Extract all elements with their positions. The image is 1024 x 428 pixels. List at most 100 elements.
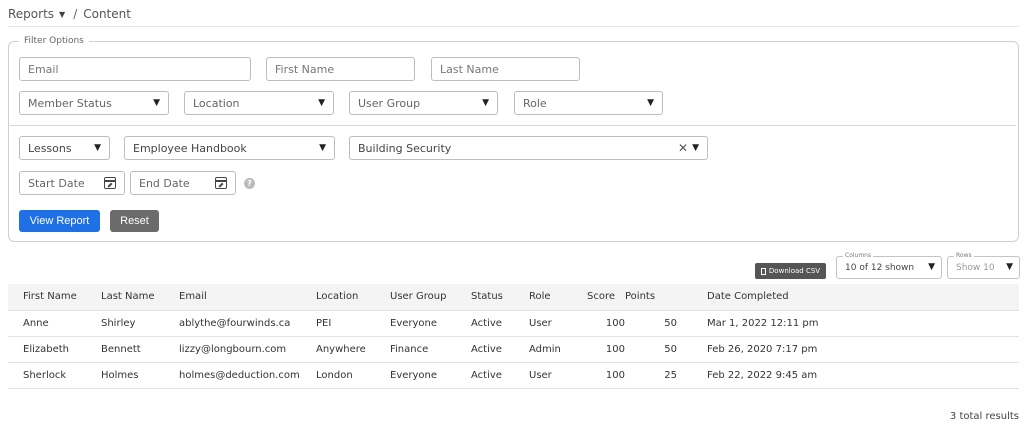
cell-role: Admin [529, 336, 587, 363]
cell-points: 50 [625, 310, 677, 337]
course-value: Employee Handbook [133, 141, 247, 155]
cell-user-group: Everyone [390, 362, 471, 389]
location-value: Location [193, 96, 240, 110]
last-name-placeholder: Last Name [440, 62, 499, 76]
table-row[interactable]: Anne Shirley ablythe@fourwinds.ca PEI Ev… [8, 310, 1019, 337]
content-type-select[interactable]: Lessons ▼ [19, 136, 110, 160]
user-group-value: User Group [358, 96, 421, 110]
caret-down-icon: ▼ [1006, 262, 1013, 272]
cell-score: 100 [587, 362, 625, 389]
rows-value: Show 10 [956, 263, 995, 273]
column-header[interactable]: First Name [8, 284, 101, 311]
help-icon[interactable]: ? [244, 178, 255, 189]
cell-last-name: Bennett [101, 336, 179, 363]
cell-location: PEI [316, 310, 390, 337]
download-csv-label: Download CSV [768, 267, 821, 275]
column-header[interactable]: Location [316, 284, 390, 311]
cell-user-group: Everyone [390, 310, 471, 337]
breadcrumb-root[interactable]: Reports [8, 7, 54, 21]
end-date-placeholder: End Date [139, 176, 190, 190]
column-header[interactable]: User Group [390, 284, 471, 311]
rows-select[interactable]: Rows Show 10 ▼ [947, 252, 1020, 279]
cell-role: User [529, 362, 587, 389]
cell-email: ablythe@fourwinds.ca [179, 310, 316, 337]
calendar-icon[interactable] [215, 177, 227, 189]
table-row[interactable]: Elizabeth Bennett lizzy@longbourn.com An… [8, 336, 1019, 363]
rows-label: Rows [954, 252, 974, 259]
cell-status: Active [471, 336, 529, 363]
view-report-button[interactable]: View Report [19, 210, 100, 232]
cell-status: Active [471, 362, 529, 389]
caret-down-icon: ▼ [647, 98, 654, 108]
reset-button[interactable]: Reset [110, 210, 159, 232]
cell-last-name: Shirley [101, 310, 179, 337]
total-results: 3 total results [949, 411, 1019, 422]
breadcrumb-current: Content [83, 7, 131, 21]
columns-label: Columns [843, 252, 874, 259]
cell-first-name: Sherlock [8, 362, 101, 389]
caret-down-icon: ▼ [318, 98, 325, 108]
cell-score: 100 [587, 336, 625, 363]
start-date-input[interactable]: Start Date [19, 171, 125, 195]
column-header[interactable]: Status [471, 284, 529, 311]
first-name-input[interactable]: First Name [266, 57, 415, 81]
caret-down-icon: ▼ [692, 143, 699, 153]
user-group-select[interactable]: User Group ▼ [349, 91, 498, 115]
cell-date-completed: Feb 26, 2020 7:17 pm [677, 336, 1019, 363]
email-input[interactable]: Email [19, 57, 251, 81]
column-header[interactable]: Score [587, 284, 625, 311]
caret-down-icon[interactable]: ▼ [59, 10, 65, 19]
results-table: First Name Last Name Email Location User… [8, 284, 1019, 389]
download-csv-button[interactable]: Download CSV [755, 263, 826, 279]
caret-down-icon: ▼ [94, 143, 101, 153]
cell-last-name: Holmes [101, 362, 179, 389]
caret-down-icon: ▼ [319, 143, 326, 153]
column-header[interactable]: Role [529, 284, 587, 311]
cell-points: 25 [625, 362, 677, 389]
breadcrumb: Reports ▼ / Content [8, 6, 131, 22]
role-select[interactable]: Role ▼ [514, 91, 663, 115]
document-icon [760, 267, 766, 275]
cell-first-name: Elizabeth [8, 336, 101, 363]
caret-down-icon: ▼ [928, 262, 935, 272]
first-name-placeholder: First Name [275, 62, 335, 76]
last-name-input[interactable]: Last Name [431, 57, 580, 81]
clear-icon[interactable]: ✕ [678, 141, 688, 155]
cell-points: 50 [625, 336, 677, 363]
caret-down-icon: ▼ [482, 98, 489, 108]
columns-value: 10 of 12 shown [845, 263, 915, 273]
columns-select[interactable]: Columns 10 of 12 shown ▼ [836, 252, 942, 279]
column-header[interactable]: Points [625, 284, 677, 311]
divider [8, 26, 1019, 27]
table-header-row: First Name Last Name Email Location User… [8, 284, 1019, 311]
table-row[interactable]: Sherlock Holmes holmes@deduction.com Lon… [8, 362, 1019, 389]
end-date-input[interactable]: End Date [130, 171, 236, 195]
cell-location: Anywhere [316, 336, 390, 363]
caret-down-icon: ▼ [153, 98, 160, 108]
calendar-icon[interactable] [104, 177, 116, 189]
cell-date-completed: Mar 1, 2022 12:11 pm [677, 310, 1019, 337]
email-placeholder: Email [28, 62, 59, 76]
start-date-placeholder: Start Date [28, 176, 85, 190]
member-status-value: Member Status [28, 96, 112, 110]
cell-email: holmes@deduction.com [179, 362, 316, 389]
lesson-select[interactable]: Building Security ✕ ▼ [349, 136, 708, 160]
content-type-value: Lessons [28, 141, 72, 155]
cell-status: Active [471, 310, 529, 337]
cell-location: London [316, 362, 390, 389]
course-select[interactable]: Employee Handbook ▼ [124, 136, 335, 160]
role-value: Role [523, 96, 547, 110]
filter-options-legend: Filter Options [24, 36, 84, 46]
column-header[interactable]: Date Completed [677, 284, 1019, 311]
breadcrumb-separator: / [73, 7, 78, 21]
column-header[interactable]: Last Name [101, 284, 179, 311]
cell-date-completed: Feb 22, 2022 9:45 am [677, 362, 1019, 389]
lesson-value: Building Security [358, 141, 452, 155]
location-select[interactable]: Location ▼ [184, 91, 334, 115]
cell-role: User [529, 310, 587, 337]
column-header[interactable]: Email [179, 284, 316, 311]
member-status-select[interactable]: Member Status ▼ [19, 91, 169, 115]
divider [10, 125, 1016, 126]
cell-email: lizzy@longbourn.com [179, 336, 316, 363]
cell-score: 100 [587, 310, 625, 337]
